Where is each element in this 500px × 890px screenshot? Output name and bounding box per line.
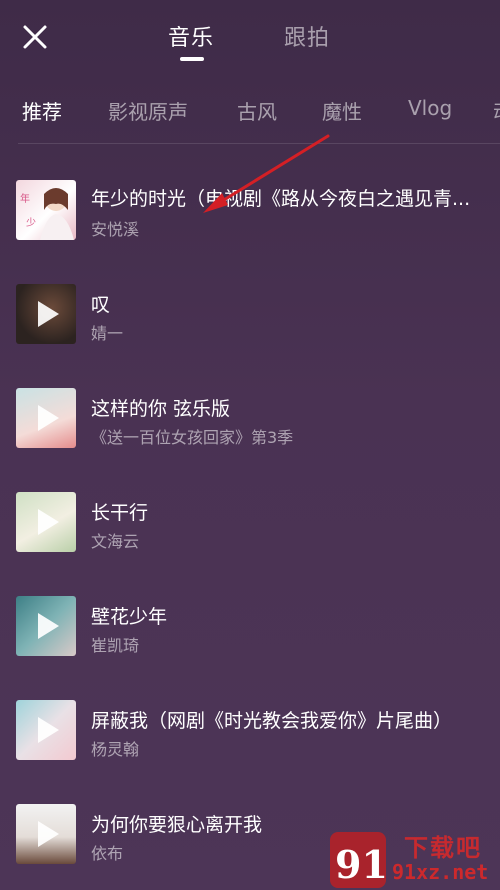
category-ancient-style[interactable]: 古风 — [237, 96, 277, 125]
watermark-logo: 91 — [330, 832, 388, 888]
category-vlog[interactable]: Vlog — [408, 96, 452, 120]
song-cover — [16, 492, 76, 552]
song-title: 壁花少年 — [91, 606, 168, 628]
song-artist: 杨灵翰 — [91, 740, 140, 759]
song-title: 屏蔽我（网剧《时光教会我爱你》片尾曲） — [91, 710, 453, 732]
song-row[interactable]: 屏蔽我（网剧《时光教会我爱你》片尾曲） 杨灵翰 — [0, 676, 500, 780]
play-icon[interactable] — [38, 717, 59, 743]
song-cover — [16, 700, 76, 760]
song-cover — [16, 388, 76, 448]
tab-music[interactable]: 音乐 — [168, 20, 214, 52]
watermark-url: 91xz.net — [392, 860, 489, 884]
category-more[interactable]: 动 — [493, 96, 500, 125]
play-icon[interactable] — [38, 821, 59, 847]
song-row[interactable]: 叹 婧一 — [0, 260, 500, 364]
top-bar: 音乐 跟拍 — [0, 0, 500, 72]
watermark-logo-text: 91 — [335, 842, 388, 887]
song-row[interactable]: 年 少 年少的时光（电视剧《路从今夜白之遇见青... 安悦溪 — [0, 156, 500, 260]
song-title: 年少的时光（电视剧《路从今夜白之遇见青... — [91, 188, 471, 210]
song-title: 长干行 — [91, 502, 149, 524]
song-artist: 依布 — [91, 844, 124, 863]
watermark: 91 下载吧 91xz.net — [330, 828, 500, 890]
svg-text:年: 年 — [20, 192, 30, 205]
svg-text:少: 少 — [26, 217, 36, 229]
category-film-soundtrack[interactable]: 影视原声 — [108, 96, 188, 125]
tab-follow-shoot[interactable]: 跟拍 — [284, 20, 330, 52]
song-cover — [16, 596, 76, 656]
song-artist: 安悦溪 — [91, 220, 140, 239]
song-artist: 崔凯琦 — [91, 636, 140, 655]
play-icon[interactable] — [38, 613, 59, 639]
song-row[interactable]: 长干行 文海云 — [0, 468, 500, 572]
song-title: 这样的你 弦乐版 — [91, 398, 231, 420]
category-tabs: 推荐 影视原声 古风 魔性 Vlog 动 — [0, 92, 500, 132]
cover-art: 年 少 — [20, 188, 74, 240]
category-quirky[interactable]: 魔性 — [322, 96, 362, 125]
song-artist: 《送一百位女孩回家》第3季 — [91, 428, 294, 447]
song-cover — [16, 284, 76, 344]
song-cover: 年 少 — [16, 180, 76, 240]
category-recommended[interactable]: 推荐 — [22, 96, 62, 125]
close-icon[interactable] — [20, 22, 50, 52]
song-artist: 婧一 — [91, 324, 124, 343]
song-row[interactable]: 壁花少年 崔凯琦 — [0, 572, 500, 676]
play-icon[interactable] — [38, 509, 59, 535]
play-icon[interactable] — [38, 405, 59, 431]
play-icon[interactable] — [38, 301, 59, 327]
divider — [18, 143, 500, 144]
song-row[interactable]: 这样的你 弦乐版 《送一百位女孩回家》第3季 — [0, 364, 500, 468]
song-title: 叹 — [91, 294, 111, 316]
song-cover — [16, 804, 76, 864]
song-artist: 文海云 — [91, 532, 140, 551]
watermark-site-name: 下载吧 — [404, 834, 482, 862]
active-tab-indicator — [180, 57, 204, 61]
